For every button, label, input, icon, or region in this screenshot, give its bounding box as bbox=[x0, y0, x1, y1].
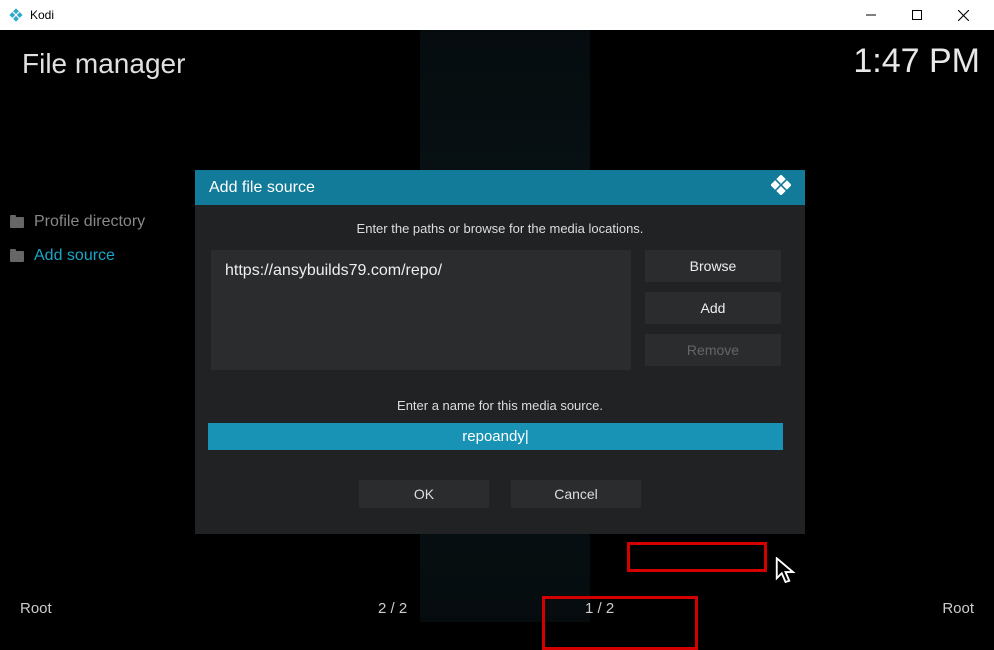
folder-icon bbox=[10, 217, 24, 228]
list-item[interactable]: Profile directory bbox=[10, 205, 190, 239]
source-name-value: repoandy| bbox=[462, 428, 528, 445]
status-right-count: 1 / 2 bbox=[585, 600, 614, 617]
window-titlebar: Kodi bbox=[0, 0, 994, 30]
remove-button: Remove bbox=[645, 334, 781, 366]
add-button[interactable]: Add bbox=[645, 292, 781, 324]
dialog-body: Enter the paths or browse for the media … bbox=[195, 205, 805, 534]
kodi-logo-icon bbox=[771, 175, 791, 200]
status-bar: Root 2 / 2 1 / 2 Root bbox=[0, 594, 994, 622]
status-left-count: 2 / 2 bbox=[378, 600, 407, 617]
paths-instruction: Enter the paths or browse for the media … bbox=[211, 221, 789, 236]
cancel-button[interactable]: Cancel bbox=[511, 480, 641, 508]
folder-icon bbox=[10, 251, 24, 262]
list-item[interactable]: Add source bbox=[10, 239, 190, 273]
ok-button[interactable]: OK bbox=[359, 480, 489, 508]
close-button[interactable] bbox=[940, 0, 986, 30]
left-file-list: Profile directory Add source bbox=[10, 205, 190, 273]
window-controls bbox=[848, 0, 986, 30]
dialog-footer-buttons: OK Cancel bbox=[211, 480, 789, 508]
minimize-button[interactable] bbox=[848, 0, 894, 30]
add-file-source-dialog: Add file source Enter the paths or brows… bbox=[195, 170, 805, 534]
list-item-label: Add source bbox=[34, 247, 115, 265]
kodi-app-icon bbox=[8, 7, 24, 23]
browse-button[interactable]: Browse bbox=[645, 250, 781, 282]
dialog-title: Add file source bbox=[209, 179, 315, 197]
maximize-button[interactable] bbox=[894, 0, 940, 30]
path-input[interactable]: https://ansybuilds79.com/repo/ bbox=[211, 250, 631, 370]
page-title: File manager bbox=[22, 48, 185, 80]
paths-row: https://ansybuilds79.com/repo/ Browse Ad… bbox=[211, 250, 789, 370]
side-buttons: Browse Add Remove bbox=[645, 250, 781, 370]
window-title: Kodi bbox=[30, 8, 54, 22]
clock: 1:47 PM bbox=[853, 42, 980, 81]
status-left-root: Root bbox=[20, 600, 52, 617]
kodi-main: File manager 1:47 PM Profile directory A… bbox=[0, 30, 994, 622]
dialog-header: Add file source bbox=[195, 170, 805, 205]
path-value: https://ansybuilds79.com/repo/ bbox=[225, 262, 442, 279]
source-name-input[interactable]: repoandy| bbox=[208, 423, 783, 450]
status-right-root: Root bbox=[942, 600, 974, 617]
list-item-label: Profile directory bbox=[34, 213, 145, 231]
name-instruction: Enter a name for this media source. bbox=[211, 398, 789, 413]
